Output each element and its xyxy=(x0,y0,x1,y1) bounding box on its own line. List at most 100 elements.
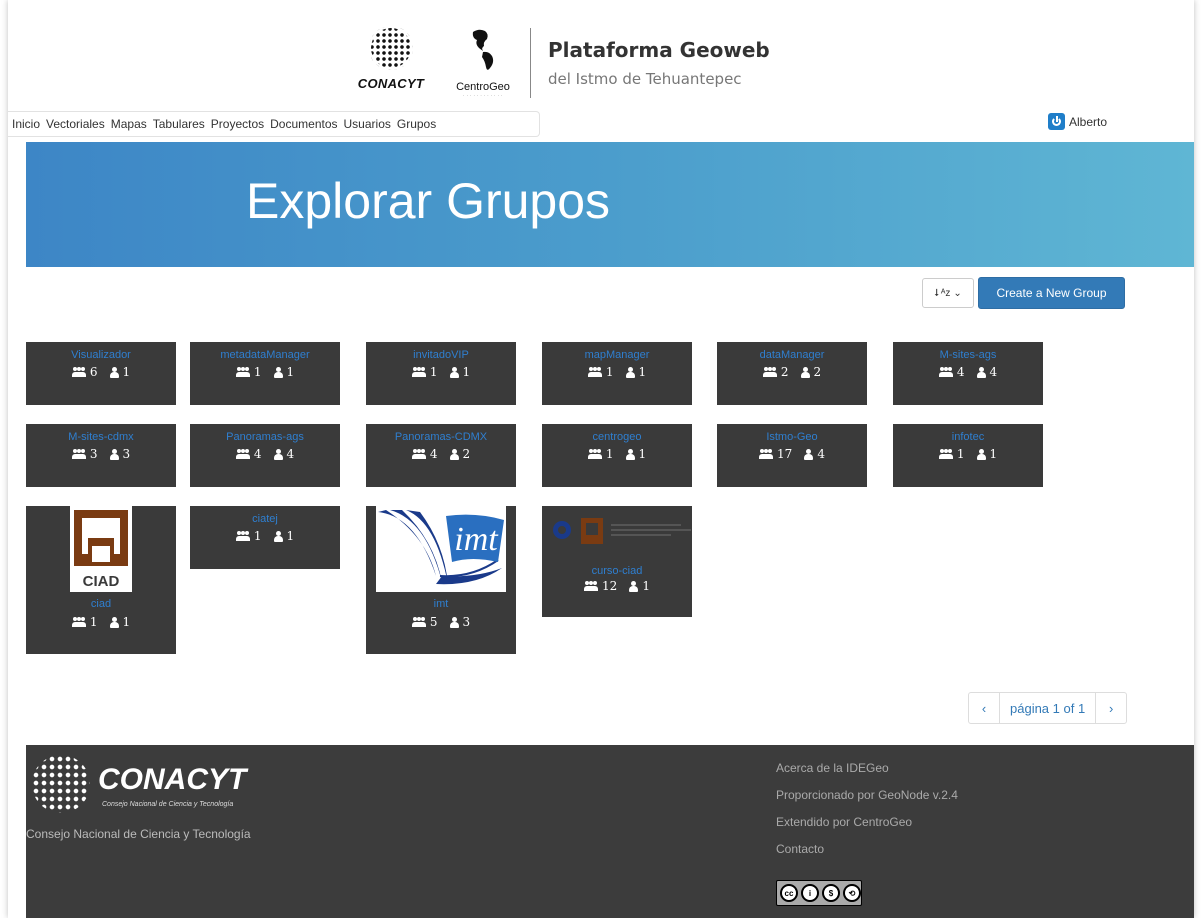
group-stats: 1 1 xyxy=(366,362,516,382)
group-card[interactable]: imt imt 5 3 xyxy=(366,506,516,654)
nav-item-mapas[interactable]: Mapas xyxy=(111,117,147,131)
group-name[interactable]: Panoramas-ags xyxy=(190,424,340,444)
group-name[interactable]: M-sites-cdmx xyxy=(26,424,176,444)
group-card[interactable]: Istmo-Geo 17 4 xyxy=(717,424,867,487)
group-icon xyxy=(235,367,250,377)
group-icon xyxy=(411,617,426,627)
group-card[interactable]: CIAD ciad 1 1 xyxy=(26,506,176,654)
group-card[interactable]: ciatej 1 1 xyxy=(190,506,340,569)
group-logo[interactable]: CIAD xyxy=(70,506,132,592)
group-card[interactable]: invitadoVIP 1 1 xyxy=(366,342,516,405)
group-stats: 1 1 xyxy=(190,526,340,546)
user-icon xyxy=(629,580,639,592)
group-manager-count: 1 xyxy=(605,447,614,461)
user-icon xyxy=(109,448,119,460)
user-icon xyxy=(449,366,459,378)
conacyt-dots-icon xyxy=(369,26,413,70)
group-name[interactable]: Visualizador xyxy=(26,342,176,362)
nav-item-vectoriales[interactable]: Vectoriales xyxy=(46,117,105,131)
group-manager-count: 2 xyxy=(780,365,789,379)
user-icon xyxy=(800,366,810,378)
group-name[interactable]: metadataManager xyxy=(190,342,340,362)
group-name[interactable]: infotec xyxy=(893,424,1043,444)
group-logo[interactable] xyxy=(542,506,702,556)
group-icon xyxy=(411,367,426,377)
group-name[interactable]: ciad xyxy=(26,592,176,612)
cc-sa-icon: ⟲ xyxy=(843,884,861,902)
conacyt-logo[interactable]: CONACYT xyxy=(344,26,438,100)
group-card[interactable]: M-sites-ags 4 4 xyxy=(893,342,1043,405)
group-name[interactable]: imt xyxy=(366,592,516,612)
main-nav: Inicio Vectoriales Mapas Tabulares Proye… xyxy=(8,111,540,137)
user-name[interactable]: Alberto xyxy=(1069,115,1107,129)
group-name[interactable]: Panoramas-CDMX xyxy=(366,424,516,444)
footer-link-contact[interactable]: Contacto xyxy=(776,842,958,856)
group-card[interactable]: metadataManager 1 1 xyxy=(190,342,340,405)
nav-item-grupos[interactable]: Grupos xyxy=(397,117,436,131)
power-icon[interactable] xyxy=(1048,113,1065,130)
create-group-button[interactable]: Create a New Group xyxy=(978,277,1125,309)
footer-link-geonode[interactable]: Proporcionado por GeoNode v.2.4 xyxy=(776,788,958,802)
group-name[interactable]: mapManager xyxy=(542,342,692,362)
page-banner: Explorar Grupos xyxy=(26,142,1194,267)
group-stats: 17 4 xyxy=(717,444,867,464)
footer-logo-text: CONACYT xyxy=(98,763,247,796)
nav-item-usuarios[interactable]: Usuarios xyxy=(344,117,391,131)
group-card[interactable]: M-sites-cdmx 3 3 xyxy=(26,424,176,487)
footer-logo-subtitle: Consejo Nacional de Ciencia y Tecnología xyxy=(102,801,234,808)
group-stats: 1 1 xyxy=(26,612,176,632)
header-divider xyxy=(530,28,531,98)
centrogeo-logo[interactable]: CentroGeo · · · · · · · · · · · · xyxy=(444,26,522,100)
group-card[interactable]: centrogeo 1 1 xyxy=(542,424,692,487)
group-manager-count: 17 xyxy=(777,447,793,461)
group-stats: 12 1 xyxy=(542,576,692,596)
group-card[interactable]: Visualizador 6 1 xyxy=(26,342,176,405)
group-icon xyxy=(587,449,602,459)
user-icon xyxy=(273,366,283,378)
nav-item-tabulares[interactable]: Tabulares xyxy=(153,117,205,131)
group-name[interactable]: Istmo-Geo xyxy=(717,424,867,444)
centrogeo-logo-text: CentroGeo xyxy=(456,81,510,93)
group-card[interactable]: Panoramas-ags 4 4 xyxy=(190,424,340,487)
group-card[interactable]: dataManager 2 2 xyxy=(717,342,867,405)
user-menu[interactable]: Alberto xyxy=(1048,113,1107,130)
footer-link-centrogeo[interactable]: Extendido por CentroGeo xyxy=(776,815,958,829)
group-stats: 1 1 xyxy=(542,444,692,464)
group-manager-count: 1 xyxy=(253,529,262,543)
group-card[interactable]: mapManager 1 1 xyxy=(542,342,692,405)
user-icon xyxy=(449,616,459,628)
cc-icon: cc xyxy=(780,884,798,902)
group-logo[interactable]: imt xyxy=(376,506,506,592)
group-name[interactable]: M-sites-ags xyxy=(893,342,1043,362)
group-member-count: 1 xyxy=(642,579,650,593)
site-title: Plataforma Geoweb xyxy=(548,38,770,62)
group-card[interactable]: curso-ciad 12 1 xyxy=(542,506,692,617)
group-name[interactable]: centrogeo xyxy=(542,424,692,444)
footer-conacyt-logo[interactable]: CONACYT Consejo Nacional de Ciencia y Te… xyxy=(30,755,290,815)
group-name[interactable]: invitadoVIP xyxy=(366,342,516,362)
group-member-count: 1 xyxy=(122,615,131,629)
pagination-next-button[interactable]: › xyxy=(1096,693,1126,723)
group-stats: 4 4 xyxy=(190,444,340,464)
group-name[interactable]: dataManager xyxy=(717,342,867,362)
group-stats: 4 2 xyxy=(366,444,516,464)
nav-item-proyectos[interactable]: Proyectos xyxy=(211,117,264,131)
user-icon xyxy=(273,448,283,460)
sort-button[interactable]: ⭣ ᴬz ⌄ xyxy=(922,278,974,308)
nav-item-inicio[interactable]: Inicio xyxy=(12,117,40,131)
creative-commons-badge[interactable]: cc i $ ⟲ xyxy=(776,880,862,906)
group-name[interactable]: ciatej xyxy=(190,506,340,526)
group-member-count: 1 xyxy=(122,365,131,379)
pagination-prev-button[interactable]: ‹ xyxy=(969,693,999,723)
footer-link-about[interactable]: Acerca de la IDEGeo xyxy=(776,761,958,775)
group-name[interactable]: curso-ciad xyxy=(542,556,692,577)
group-manager-count: 3 xyxy=(89,447,98,461)
group-member-count: 3 xyxy=(122,447,131,461)
pagination-label[interactable]: página 1 of 1 xyxy=(999,693,1097,723)
group-card[interactable]: Panoramas-CDMX 4 2 xyxy=(366,424,516,487)
group-card[interactable]: infotec 1 1 xyxy=(893,424,1043,487)
group-stats: 1 1 xyxy=(542,362,692,382)
nav-item-documentos[interactable]: Documentos xyxy=(270,117,337,131)
page-title: Explorar Grupos xyxy=(246,173,611,229)
group-member-count: 4 xyxy=(817,447,825,461)
